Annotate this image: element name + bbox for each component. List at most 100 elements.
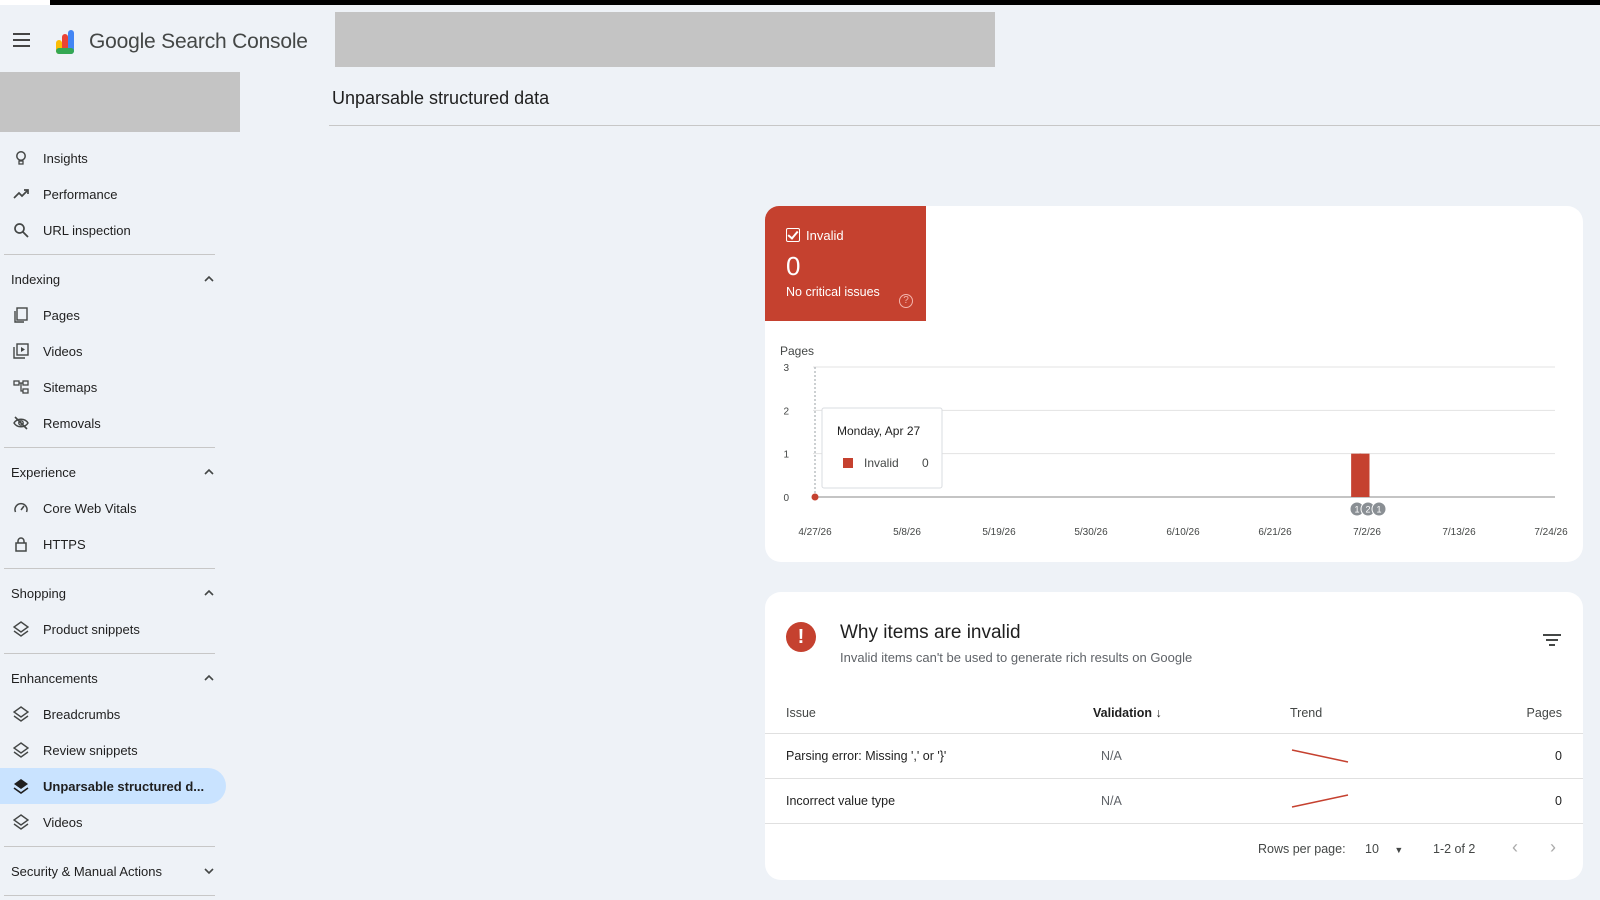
- x-tick-label: 6/21/26: [1258, 527, 1292, 538]
- rows-per-page-select[interactable]: 10 ▼: [1365, 842, 1403, 856]
- next-page-icon[interactable]: ›: [1550, 837, 1556, 858]
- column-header-issue[interactable]: Issue: [786, 706, 816, 720]
- product-name: Google Search Console: [89, 30, 308, 53]
- sidebar-item-label: Videos: [43, 343, 83, 359]
- x-tick-label: 5/8/26: [893, 527, 921, 538]
- column-header-validation[interactable]: Validation ↓: [1093, 706, 1162, 720]
- sidebar-item-sitemaps[interactable]: Sitemaps: [0, 369, 240, 405]
- issues-subtitle: Invalid items can't be used to generate …: [840, 650, 1193, 665]
- help-icon[interactable]: ?: [899, 294, 913, 308]
- table-header: Issue Validation ↓ Trend Pages: [765, 692, 1583, 734]
- sidebar-item-label: Sitemaps: [43, 379, 98, 395]
- annotation-label: 2: [1365, 505, 1370, 515]
- top-strip: [50, 0, 1600, 5]
- hover-point: [811, 493, 819, 501]
- bar: [1359, 453, 1370, 497]
- tooltip-series-name: Invalid: [864, 456, 899, 470]
- arrow-down-icon: ↓: [1155, 706, 1162, 720]
- section-security-manual-actions[interactable]: Security & Manual Actions: [0, 853, 240, 889]
- sidebar-item-breadcrumbs[interactable]: Breadcrumbs: [0, 696, 240, 732]
- sidebar-item-core-web-vitals[interactable]: Core Web Vitals: [0, 490, 240, 526]
- chevron-up-icon: [204, 275, 214, 282]
- x-tick-label: 5/19/26: [982, 527, 1016, 538]
- sidebar-item-product-snippets[interactable]: Product snippets: [0, 611, 240, 647]
- section-title: Security & Manual Actions: [11, 863, 163, 879]
- sidebar-item-label: Videos: [43, 814, 83, 830]
- section-title: Experience: [11, 464, 77, 480]
- title-divider: [329, 125, 1600, 126]
- trend-sparkline-up: [1291, 794, 1349, 808]
- property-selector-redacted[interactable]: [0, 72, 240, 132]
- summary-tile-invalid[interactable]: Invalid 0 No critical issues ?: [765, 206, 926, 321]
- sidebar-item-url-inspection[interactable]: URL inspection: [0, 212, 240, 248]
- sidebar-item-insights[interactable]: Insights: [0, 140, 240, 176]
- chevron-up-icon: [204, 589, 214, 596]
- sidebar-divider: [4, 653, 215, 654]
- y-tick-label: 1: [783, 450, 789, 461]
- x-tick-label: 7/2/26: [1353, 527, 1381, 538]
- section-experience[interactable]: Experience: [0, 454, 240, 490]
- previous-page-icon[interactable]: ‹: [1512, 837, 1518, 858]
- sidebar-item-https[interactable]: HTTPS: [0, 526, 240, 562]
- issues-title: Why items are invalid: [840, 622, 1021, 643]
- sidebar-item-pages[interactable]: Pages: [0, 297, 240, 333]
- filter-icon[interactable]: [1542, 634, 1562, 650]
- tooltip-swatch: [843, 458, 853, 468]
- sidebar-item-videos-enhancement[interactable]: Videos: [0, 804, 240, 840]
- validation-status: N/A: [1101, 749, 1122, 763]
- y-tick-label: 3: [783, 363, 789, 374]
- sidebar-item-performance[interactable]: Performance: [0, 176, 240, 212]
- sidebar-item-label: URL inspection: [43, 222, 131, 238]
- y-axis-label: Pages: [780, 344, 814, 358]
- lock-icon: [15, 537, 27, 552]
- sidebar-divider: [4, 447, 215, 448]
- checkbox-checked-icon[interactable]: [786, 228, 800, 242]
- sidebar-item-label: Product snippets: [43, 621, 140, 637]
- sidebar-item-label: Review snippets: [43, 742, 138, 758]
- tooltip-box: [821, 407, 943, 489]
- summary-value: 0: [786, 251, 801, 281]
- pages-chart: Pages01234/27/26 5/8/26 5/19/26 5/30/26 6/10…: [780, 344, 1568, 538]
- x-tick-label: 5/30/26: [1074, 527, 1108, 538]
- validation-status: N/A: [1101, 794, 1122, 808]
- search-icon: [14, 223, 29, 238]
- dropdown-arrow-icon: ▼: [1394, 845, 1404, 855]
- layers-icon: [13, 814, 29, 830]
- error-icon: !: [786, 622, 816, 652]
- pages-icon: [14, 307, 28, 323]
- search-bar-redacted[interactable]: [335, 12, 995, 67]
- sidebar-item-label: Pages: [43, 307, 80, 323]
- sidebar-item-label: HTTPS: [43, 536, 86, 552]
- search-console-logo: [56, 30, 74, 54]
- chevron-up-icon: [204, 468, 214, 475]
- summary-subtitle: No critical issues: [786, 285, 880, 299]
- lightbulb-icon: [16, 151, 26, 165]
- app-header: Google Search Console: [0, 10, 330, 72]
- sidebar-divider: [4, 568, 215, 569]
- sidebar-item-unparsable-structured-data[interactable]: Unparsable structured d...: [0, 768, 226, 804]
- summary-label: Invalid: [806, 228, 844, 243]
- gauge-icon: [14, 502, 28, 513]
- rows-per-page-value: 10: [1365, 842, 1379, 856]
- section-shopping[interactable]: Shopping: [0, 575, 240, 611]
- sidebar-item-review-snippets[interactable]: Review snippets: [0, 732, 240, 768]
- sidebar-item-label: Core Web Vitals: [43, 500, 137, 516]
- table-row[interactable]: Parsing error: Missing ',' or '}' N/A 0: [765, 734, 1583, 779]
- sidebar-item-videos[interactable]: Videos: [0, 333, 240, 369]
- page-range: 1-2 of 2: [1433, 842, 1476, 856]
- column-header-pages[interactable]: Pages: [1527, 706, 1562, 720]
- section-enhancements[interactable]: Enhancements: [0, 660, 240, 696]
- sidebar-item-label: Unparsable structured d...: [43, 778, 205, 794]
- section-indexing[interactable]: Indexing: [0, 261, 240, 297]
- trending-up-icon: [13, 189, 29, 199]
- layers-icon: [13, 621, 29, 637]
- table-row[interactable]: Incorrect value type N/A 0: [765, 779, 1583, 824]
- main-menu-icon[interactable]: [10, 28, 34, 52]
- page-title: Unparsable structured data: [332, 88, 550, 108]
- video-icon: [13, 343, 29, 359]
- issue-name: Incorrect value type: [786, 794, 896, 808]
- sidebar-item-removals[interactable]: Removals: [0, 405, 240, 441]
- trend-sparkline-down: [1291, 749, 1349, 763]
- sitemap-icon: [13, 380, 29, 394]
- pages-count: 0: [1555, 749, 1562, 763]
